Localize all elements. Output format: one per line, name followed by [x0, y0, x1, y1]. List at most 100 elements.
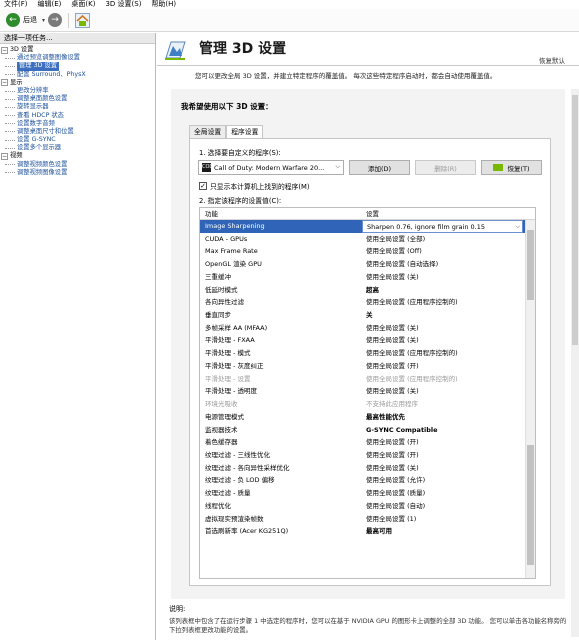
table-row[interactable]: 平滑处理 - 模式 使用全局设置 (应用程序控制的) — [200, 347, 535, 360]
tree-item-change-resolution[interactable]: 更改分辨率 — [0, 87, 155, 95]
collapse-icon[interactable]: − — [1, 79, 8, 87]
table-row[interactable]: 各向异性过滤 使用全局设置 (应用程序控制的) — [200, 296, 535, 309]
table-row[interactable]: OpenGL 渲染 GPU 使用全局设置 (自动选择) — [200, 258, 535, 271]
setting-value[interactable]: 使用全局设置 (自动) — [362, 500, 535, 513]
tree-item-label[interactable]: 管理 3D 设置 — [17, 62, 60, 71]
collapse-icon[interactable]: − — [1, 153, 8, 161]
table-row[interactable]: 纹理过滤 - 负 LOD 偏移 使用全局设置 (允许) — [200, 474, 535, 487]
setting-value[interactable]: 使用全局设置 (全部) — [362, 233, 535, 246]
page-scrollbar[interactable] — [571, 89, 579, 637]
setting-value[interactable]: 使用全局设置 (关) — [362, 334, 535, 347]
setting-value[interactable]: G-SYNC Compatible — [362, 424, 535, 437]
table-row[interactable]: 三重缓冲 使用全局设置 (关) — [200, 271, 535, 284]
tree-item-desktop-size[interactable]: 调整桌面尺寸和位置 — [0, 128, 155, 136]
setting-value[interactable]: 使用全局设置 (关) — [362, 271, 535, 284]
tree-item-video-image[interactable]: 调整视频图像设置 — [0, 169, 155, 177]
menu-3d-settings[interactable]: 3D 设置(S) — [105, 0, 141, 9]
setting-value[interactable]: 超高 — [362, 284, 535, 297]
setting-value[interactable]: 不支持此应用程序 — [362, 398, 535, 411]
table-row[interactable]: 着色缓存器 使用全局设置 (开) — [200, 436, 535, 449]
setting-value[interactable]: 使用全局设置 (应用程序控制的) — [362, 347, 535, 360]
table-row[interactable]: 多帧采样 AA (MFAA) 使用全局设置 (关) — [200, 322, 535, 335]
show-local-programs-checkbox[interactable]: ✓ — [199, 182, 207, 190]
restore-program-button[interactable]: 恢复(T) — [481, 160, 542, 175]
table-row[interactable]: 平滑处理 - 设置 使用全局设置 (应用程序控制的) — [200, 373, 535, 386]
chevron-down-icon[interactable]: ⌵ — [515, 221, 520, 232]
tree-item-label[interactable]: 配置 Surround、PhysX — [17, 71, 86, 79]
table-row[interactable]: 垂直同步 关 — [200, 309, 535, 322]
setting-value[interactable]: 使用全局设置 (开) — [362, 360, 535, 373]
tree-item-multiple-displays[interactable]: 设置多个显示器 — [0, 144, 155, 152]
tree-item-digital-audio[interactable]: 设置数字音频 — [0, 120, 155, 128]
table-row[interactable]: 环境光吸收 不支持此应用程序 — [200, 398, 535, 411]
menu-help[interactable]: 帮助(H) — [151, 0, 176, 9]
collapse-icon[interactable]: − — [1, 46, 8, 54]
page-scrollbar-thumb[interactable] — [572, 95, 578, 345]
chevron-down-icon[interactable]: ⌵ — [335, 163, 340, 171]
tree-item-hdcp-status[interactable]: 查看 HDCP 状态 — [0, 112, 155, 120]
setting-value[interactable]: 使用全局设置 (应用程序控制的) — [362, 296, 535, 309]
tree-item-label[interactable]: 调整视频颜色设置 — [17, 161, 67, 169]
setting-value[interactable]: 最高可用 — [362, 525, 535, 538]
tree-item-label[interactable]: 查看 HDCP 状态 — [17, 112, 64, 120]
table-row[interactable]: 线程优化 使用全局设置 (自动) — [200, 500, 535, 513]
table-row[interactable]: 纹理过滤 - 质量 使用全局设置 (质量) — [200, 487, 535, 500]
table-row[interactable]: CUDA - GPUs 使用全局设置 (全部) — [200, 233, 535, 246]
back-dropdown-icon[interactable]: ▾ — [42, 17, 45, 24]
setting-value[interactable]: Sharpen 0.76, ignore film grain 0.15 ⌵ — [362, 220, 523, 233]
table-row[interactable]: 监视器技术 G-SYNC Compatible — [200, 424, 535, 437]
table-row[interactable]: 低延时模式 超高 — [200, 284, 535, 297]
table-row[interactable]: Max Frame Rate 使用全局设置 (Off) — [200, 245, 535, 258]
table-row[interactable]: 纹理过滤 - 各向异性采样优化 使用全局设置 (关) — [200, 462, 535, 475]
program-dropdown[interactable]: COD Call of Duty: Modern Warfare 20... ⌵ — [198, 160, 344, 175]
table-row[interactable]: Image Sharpening Sharpen 0.76, ignore fil… — [200, 220, 535, 233]
setting-value[interactable]: 使用全局设置 (开) — [362, 449, 535, 462]
setting-value[interactable]: 关 — [362, 309, 535, 322]
setting-value[interactable]: 使用全局设置 (关) — [362, 462, 535, 475]
table-row[interactable]: 电源管理模式 最高性能优先 — [200, 411, 535, 424]
add-program-button[interactable]: 添加(D) — [349, 160, 410, 175]
setting-value[interactable]: 使用全局设置 (关) — [362, 322, 535, 335]
table-row[interactable]: 平滑处理 - 灰度纠正 使用全局设置 (开) — [200, 360, 535, 373]
setting-value[interactable]: 使用全局设置 (1) — [362, 513, 535, 526]
menu-desktop[interactable]: 桌面(K) — [71, 0, 95, 9]
tree-item-label[interactable]: 旋转显示器 — [17, 103, 48, 111]
table-row[interactable]: 平滑处理 - 透明度 使用全局设置 (关) — [200, 385, 535, 398]
tree-item-manage-3d-settings[interactable]: 管理 3D 设置 — [0, 62, 155, 71]
setting-value[interactable]: 使用全局设置 (质量) — [362, 487, 535, 500]
tree-item-label[interactable]: 设置数字音频 — [17, 120, 55, 128]
forward-arrow-icon[interactable]: → — [48, 13, 63, 27]
tree-item-surround-physx[interactable]: 配置 Surround、PhysX — [0, 71, 155, 79]
table-row[interactable]: 首选刷新率 (Acer KG251Q) 最高可用 — [200, 525, 535, 538]
table-scrollbar-thumb-lower[interactable] — [527, 445, 534, 565]
tree-group-display[interactable]: − 显示 — [0, 79, 155, 87]
tab-global-settings[interactable]: 全局设置 — [189, 125, 227, 138]
setting-value[interactable]: 最高性能优先 — [362, 411, 535, 424]
setting-value[interactable]: 使用全局设置 (Off) — [362, 245, 535, 258]
setting-value[interactable]: 使用全局设置 (自动选择) — [362, 258, 535, 271]
menu-file[interactable]: 文件(F) — [4, 0, 28, 9]
show-local-programs-option[interactable]: ✓ 只显示本计算机上找到的程序(M) — [199, 181, 310, 191]
table-row[interactable]: 平滑处理 - FXAA 使用全局设置 (关) — [200, 334, 535, 347]
tree-item-label[interactable]: 调整视频图像设置 — [17, 169, 67, 177]
menu-edit[interactable]: 编辑(E) — [38, 0, 62, 9]
tree-item-label[interactable]: 设置多个显示器 — [17, 144, 61, 152]
table-row[interactable]: 纹理过滤 - 三线性优化 使用全局设置 (开) — [200, 449, 535, 462]
table-scrollbar-thumb[interactable] — [527, 230, 534, 300]
table-scrollbar[interactable] — [525, 220, 535, 578]
tree-item-video-color[interactable]: 调整视频颜色设置 — [0, 161, 155, 169]
remove-program-button[interactable]: 删除(R) — [415, 160, 476, 175]
table-row[interactable]: 虚拟现实预渲染帧数 使用全局设置 (1) — [200, 513, 535, 526]
setting-value[interactable]: 使用全局设置 (关) — [362, 385, 535, 398]
home-icon[interactable] — [75, 12, 91, 28]
back-label[interactable]: 后退 — [23, 15, 37, 25]
setting-value[interactable]: 使用全局设置 (允许) — [362, 474, 535, 487]
setting-value[interactable]: 使用全局设置 (开) — [362, 436, 535, 449]
tab-program-settings[interactable]: 程序设置 — [226, 125, 264, 138]
restore-defaults-link[interactable]: 恢复默认 — [539, 55, 565, 65]
tree-group-video[interactable]: − 视频 — [0, 152, 155, 161]
tree-item-label[interactable]: 调整桌面尺寸和位置 — [17, 128, 74, 136]
tree-item-label[interactable]: 更改分辨率 — [17, 87, 48, 95]
setting-value[interactable]: 使用全局设置 (应用程序控制的) — [362, 373, 535, 386]
tree-item-rotate-display[interactable]: 旋转显示器 — [0, 103, 155, 111]
